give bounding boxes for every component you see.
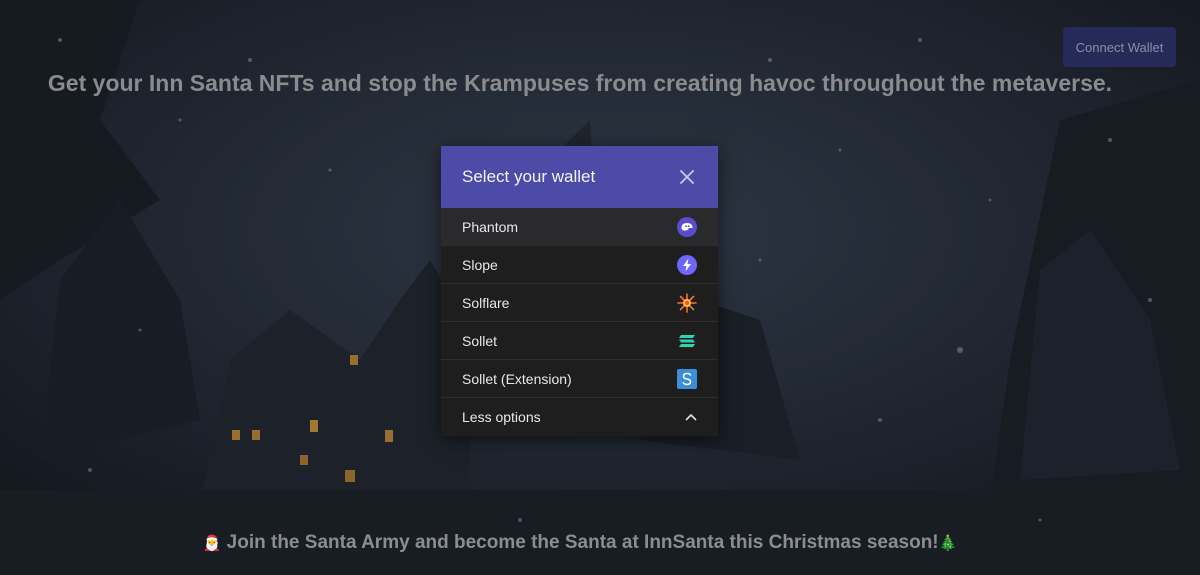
wallet-option-sollet-extension[interactable]: Sollet (Extension) (441, 360, 718, 398)
footer-tagline: 🎅 Join the Santa Army and become the San… (0, 532, 1160, 554)
wallet-option-sollet[interactable]: Sollet (441, 322, 718, 360)
wallet-option-slope[interactable]: Slope (441, 246, 718, 284)
connect-wallet-button[interactable]: Connect Wallet (1063, 27, 1176, 67)
wallet-label: Sollet (Extension) (462, 370, 572, 387)
page-headline: Get your Inn Santa NFTs and stop the Kra… (47, 70, 1113, 96)
less-options-label: Less options (462, 409, 541, 425)
wallet-list: Phantom Slope Solflare Sollet Sollet (Ex… (441, 208, 718, 436)
christmas-tree-emoji: 🎄 (938, 535, 958, 552)
wallet-label: Slope (462, 256, 498, 273)
footer-text: Join the Santa Army and become the Santa… (221, 532, 939, 553)
wallet-label: Solflare (462, 294, 510, 311)
wallet-label: Phantom (462, 218, 519, 235)
wallet-label: Sollet (462, 332, 498, 349)
sollet-icon (679, 334, 695, 347)
slope-icon (677, 254, 697, 275)
wallet-select-modal: Select your wallet Phantom Slope Solflar… (441, 146, 718, 436)
phantom-icon (677, 216, 697, 237)
chevron-up-icon (685, 414, 697, 421)
modal-title: Select your wallet (462, 167, 596, 186)
less-options-toggle[interactable]: Less options (441, 398, 718, 436)
modal-header: Select your wallet (441, 146, 718, 208)
sollet-extension-icon (677, 368, 697, 389)
wallet-option-solflare[interactable]: Solflare (441, 284, 718, 322)
solflare-icon (677, 292, 697, 313)
santa-emoji: 🎅 (202, 535, 222, 552)
wallet-option-phantom[interactable]: Phantom (441, 208, 718, 246)
page: Connect Wallet Get your Inn Santa NFTs a… (0, 0, 1200, 575)
close-icon[interactable] (676, 166, 698, 188)
